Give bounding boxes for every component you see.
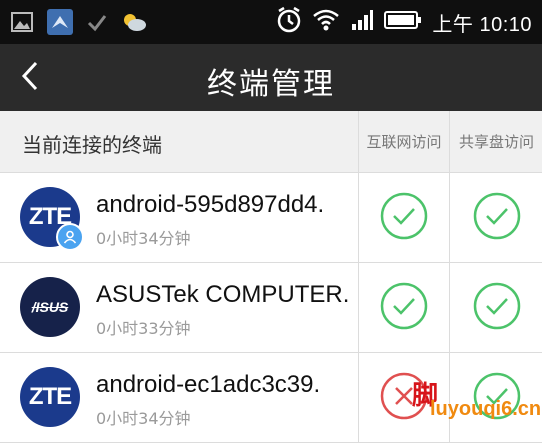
device-connected-time: 0小时34分钟 — [96, 409, 191, 428]
device-name: android-595d897dd4. — [96, 191, 325, 218]
share-access-column-header: 共享盘访问 — [449, 111, 542, 172]
device-name: android-ec1adc3c39. — [96, 371, 321, 398]
device-logo-text: /ISUS — [31, 299, 69, 315]
check-circle-icon — [472, 281, 522, 335]
page-title: 终端管理 — [207, 67, 335, 102]
check-icon — [86, 11, 108, 37]
check-circle-icon — [379, 191, 429, 245]
share-access-toggle[interactable] — [449, 173, 542, 262]
device-logo-text: ZTE — [28, 383, 72, 410]
gallery-icon — [10, 10, 34, 38]
status-bar: 上午 10:10 — [0, 0, 542, 44]
asus-logo-avatar: /ISUS — [20, 277, 80, 337]
wifi-icon — [312, 8, 340, 36]
internet-access-column-header: 互联网访问 — [358, 111, 449, 172]
status-bar-notifications — [10, 8, 148, 40]
device-name: ASUSTek COMPUTER. — [96, 281, 350, 308]
share-access-toggle[interactable] — [449, 263, 542, 352]
weather-icon — [120, 10, 148, 38]
list-header: 当前连接的终端 互联网访问 共享盘访问 — [0, 111, 542, 173]
check-circle-icon — [472, 191, 522, 245]
device-list: 当前连接的终端 互联网访问 共享盘访问 ZTE android-595d897d… — [0, 111, 542, 443]
device-connected-time: 0小时34分钟 — [96, 229, 191, 248]
alarm-icon — [276, 6, 302, 38]
watermark-site: luyouqi6.cn — [430, 398, 542, 420]
status-bar-system: 上午 10:10 — [276, 6, 532, 38]
status-time: 上午 10:10 — [432, 13, 532, 36]
device-row[interactable]: ZTE android-595d897dd4. 0小时34分钟 — [0, 173, 542, 263]
signal-icon — [350, 8, 374, 36]
device-row[interactable]: /ISUS ASUSTek COMPUTER. 0小时33分钟 — [0, 263, 542, 353]
user-badge-icon — [56, 223, 84, 251]
battery-icon — [384, 9, 422, 35]
connected-devices-heading: 当前连接的终端 — [22, 133, 162, 157]
zte-logo-avatar: ZTE — [20, 367, 80, 427]
internet-access-toggle[interactable] — [358, 173, 449, 262]
internet-access-toggle[interactable] — [358, 263, 449, 352]
title-bar: 终端管理 — [0, 44, 542, 111]
check-circle-icon — [379, 281, 429, 335]
device-connected-time: 0小时33分钟 — [96, 319, 191, 338]
bird-app-icon — [46, 8, 74, 40]
